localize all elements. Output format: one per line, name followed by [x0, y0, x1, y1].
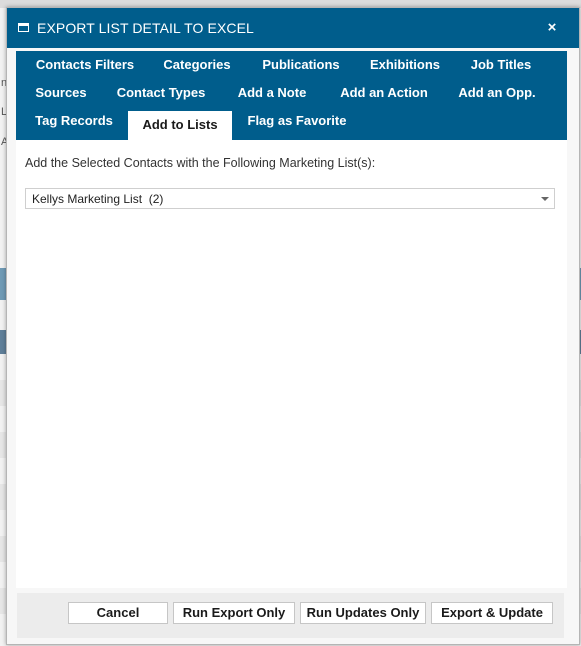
run-export-only-button[interactable]: Run Export Only	[173, 602, 295, 624]
marketing-list-select[interactable]: Kellys Marketing List (2)	[25, 188, 555, 209]
tab-flag-as-favorite[interactable]: Flag as Favorite	[244, 107, 350, 135]
marketing-list-selected-value: Kellys Marketing List (2)	[32, 192, 164, 206]
tab-contact-types[interactable]: Contact Types	[112, 79, 210, 107]
tab-content-add-to-lists: Add the Selected Contacts with the Follo…	[16, 140, 567, 588]
tab-add-a-note[interactable]: Add a Note	[230, 79, 314, 107]
dialog-footer: Cancel Run Export Only Run Updates Only …	[17, 593, 564, 638]
window-icon	[18, 23, 29, 32]
tab-add-to-lists[interactable]: Add to Lists	[128, 111, 232, 140]
dropdown-caret-icon	[541, 197, 549, 201]
dialog-title: EXPORT LIST DETAIL TO EXCEL	[37, 20, 254, 36]
cancel-button[interactable]: Cancel	[68, 602, 168, 624]
tab-tag-records[interactable]: Tag Records	[30, 107, 118, 135]
marketing-list-prompt: Add the Selected Contacts with the Follo…	[25, 156, 376, 170]
tab-job-titles[interactable]: Job Titles	[466, 51, 536, 79]
tab-exhibitions[interactable]: Exhibitions	[366, 51, 444, 79]
tab-add-an-action[interactable]: Add an Action	[334, 79, 434, 107]
tab-contacts-filters[interactable]: Contacts Filters	[30, 51, 140, 79]
export-dialog: EXPORT LIST DETAIL TO EXCEL × Contacts F…	[6, 7, 580, 645]
tab-sources[interactable]: Sources	[30, 79, 92, 107]
run-updates-only-button[interactable]: Run Updates Only	[300, 602, 426, 624]
tab-bar: Contacts Filters Categories Publications…	[16, 51, 567, 140]
tab-publications[interactable]: Publications	[258, 51, 344, 79]
tab-categories[interactable]: Categories	[158, 51, 236, 79]
export-and-update-button[interactable]: Export & Update	[431, 602, 553, 624]
close-button[interactable]: ×	[542, 18, 562, 38]
tab-add-an-opp[interactable]: Add an Opp.	[454, 79, 540, 107]
dialog-titlebar[interactable]: EXPORT LIST DETAIL TO EXCEL ×	[7, 8, 579, 48]
